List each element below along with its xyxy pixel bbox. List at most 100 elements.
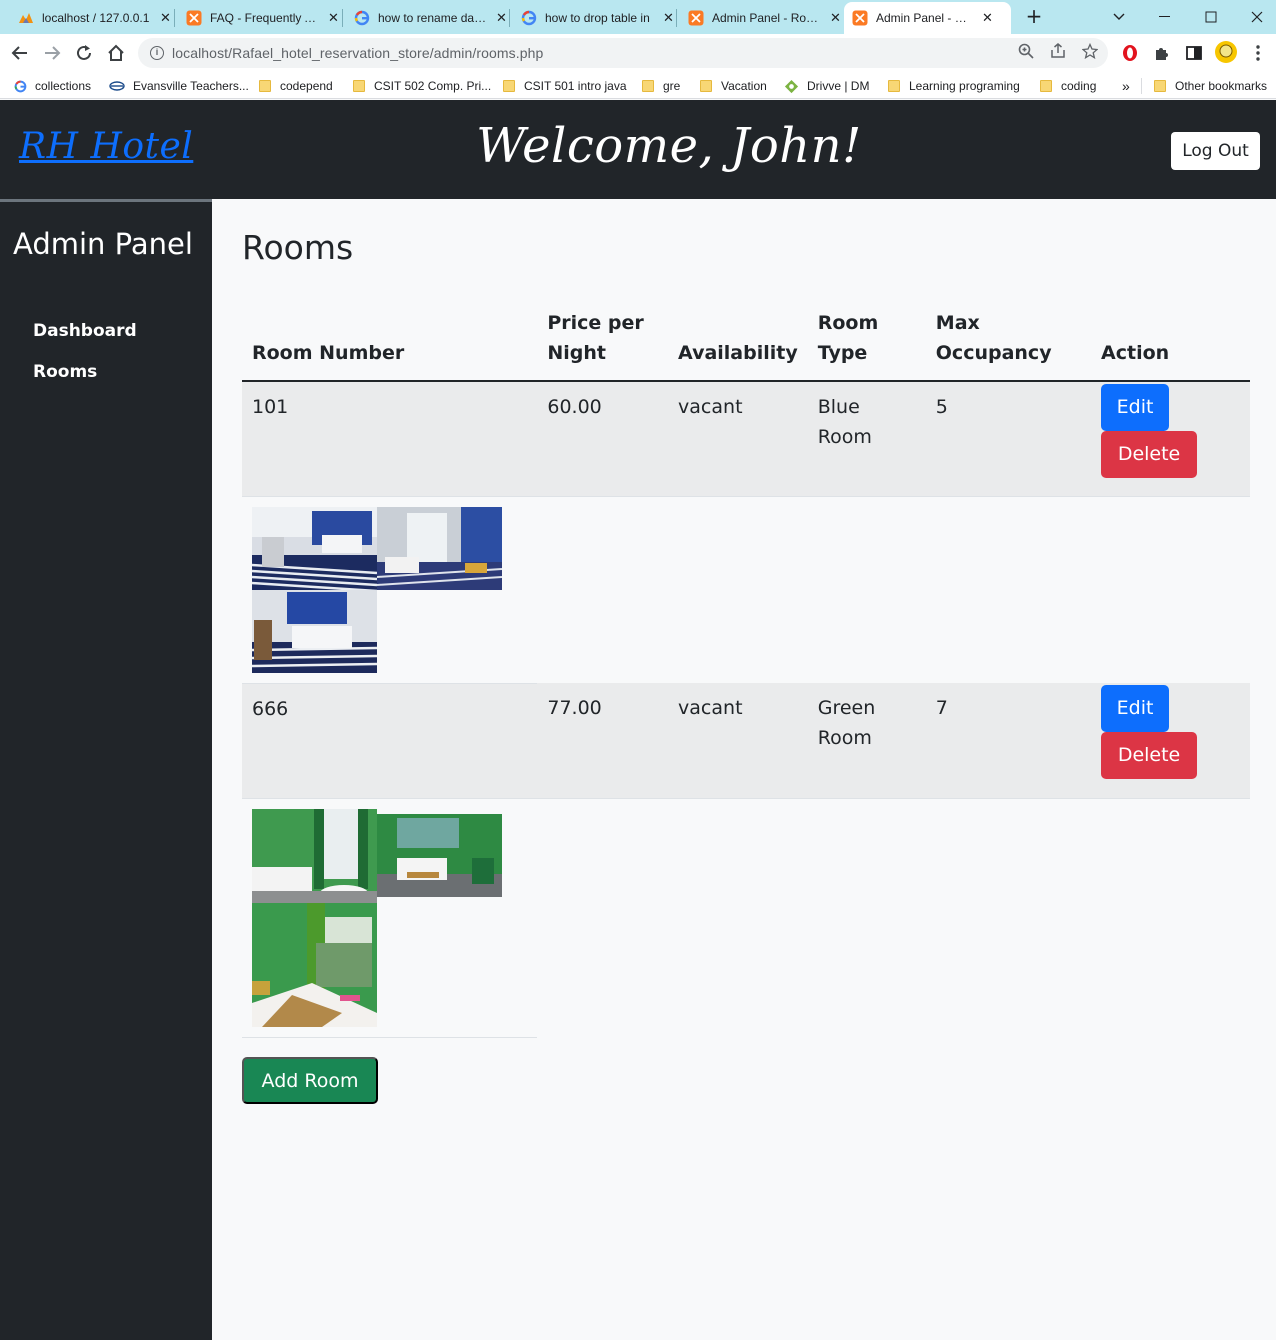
bookmark-label: CSIT 502 Comp. Pri... — [374, 79, 492, 93]
browser-tab[interactable]: FAQ - Frequently Asked ✕ — [178, 2, 347, 34]
bookmark-item[interactable]: collections — [14, 76, 91, 96]
info-icon[interactable]: i — [150, 46, 164, 60]
bookmark-item[interactable]: Evansville Teachers... — [109, 76, 249, 96]
close-icon[interactable]: ✕ — [982, 10, 993, 26]
empty-cell — [537, 798, 1250, 1037]
table-header-row: Room Number Price per Night Availability… — [242, 308, 1250, 382]
room-type: Blue Room — [807, 381, 926, 497]
table-row-images — [242, 496, 1250, 684]
minimize-icon[interactable] — [1142, 0, 1188, 34]
empty-cell — [537, 496, 1250, 683]
bookmark-item[interactable]: CSIT 502 Comp. Pri... — [353, 76, 491, 96]
column-header-price[interactable]: Price per Night — [537, 308, 669, 382]
table-row: 666 77.00 vacant Green Room 7 Edit Delet… — [242, 683, 1250, 799]
bookmark-label: CSIT 501 intro java — [524, 79, 627, 93]
forward-arrow-icon[interactable] — [38, 39, 66, 67]
tab-title: localhost / 127.0.0.1 — [42, 11, 150, 25]
xampp-icon — [186, 10, 202, 26]
bookmark-item[interactable]: Drivve | DM — [784, 76, 869, 96]
browser-tab[interactable]: localhost / 127.0.0.1 ✕ — [10, 2, 179, 34]
bookmark-item[interactable]: gre — [642, 76, 680, 96]
page-title: Rooms — [242, 228, 354, 267]
room-photo — [377, 813, 502, 897]
xampp-icon — [688, 10, 704, 26]
room-photo — [377, 506, 502, 590]
column-header-room-type[interactable]: Room Type — [807, 308, 926, 382]
room-actions: Edit Delete — [1091, 683, 1250, 799]
rooms-table: Room Number Price per Night Availability… — [242, 308, 1250, 1038]
table-row-images — [242, 798, 1250, 1038]
sidebar-item-rooms[interactable]: Rooms — [33, 362, 97, 382]
tab-title: Admin Panel - Rooms — [876, 11, 974, 25]
bookmark-item[interactable]: coding — [1040, 76, 1096, 96]
folder-icon — [700, 80, 712, 92]
bookmark-label: Drivve | DM — [807, 79, 870, 93]
folder-icon — [353, 80, 365, 92]
sidebar-item-dashboard[interactable]: Dashboard — [33, 321, 137, 341]
home-icon[interactable] — [102, 39, 130, 67]
bookmark-item[interactable]: Vacation — [700, 76, 767, 96]
zoom-icon[interactable] — [1016, 41, 1036, 61]
bookmark-item[interactable]: codepend — [259, 76, 333, 96]
room-occupancy: 5 — [925, 381, 1092, 497]
bookmark-divider — [1141, 78, 1142, 94]
folder-icon — [1040, 80, 1052, 92]
phpmyadmin-icon — [18, 10, 34, 26]
kebab-menu-icon[interactable] — [1248, 43, 1268, 63]
room-gallery-cell — [242, 496, 538, 684]
delete-button[interactable]: Delete — [1101, 431, 1198, 478]
browser-tab-active[interactable]: Admin Panel - Rooms ✕ — [844, 2, 1011, 34]
close-icon[interactable]: ✕ — [496, 10, 507, 26]
bookmark-item[interactable]: Learning programing — [888, 76, 1020, 96]
browser-tab[interactable]: how to drop table in ✕ — [513, 2, 682, 34]
room-number: 101 — [242, 381, 538, 497]
bookmarks-overflow-button[interactable]: » — [1122, 76, 1130, 96]
admin-sidebar: Admin Panel Dashboard Rooms — [0, 199, 212, 1340]
bookmark-label: codepend — [280, 79, 333, 93]
folder-icon — [259, 80, 271, 92]
folder-icon — [1154, 80, 1166, 92]
logout-button[interactable]: Log Out — [1171, 132, 1260, 170]
room-number: 666 — [242, 683, 538, 799]
google-icon — [354, 10, 370, 26]
close-icon[interactable]: ✕ — [830, 10, 841, 26]
xampp-icon — [852, 10, 868, 26]
share-icon[interactable] — [1048, 41, 1068, 61]
bookmark-label: collections — [35, 79, 92, 93]
profile-avatar[interactable] — [1214, 40, 1238, 64]
bookmarks-bar: collections Evansville Teachers... codep… — [0, 72, 1276, 99]
bookmark-star-icon[interactable] — [1080, 41, 1100, 61]
opera-extension-icon[interactable] — [1120, 43, 1140, 63]
window-close-icon[interactable] — [1234, 0, 1276, 34]
browser-tab[interactable]: how to rename database ✕ — [346, 2, 515, 34]
room-type: Green Room — [807, 683, 926, 799]
column-header-max-occupancy[interactable]: Max Occupancy — [925, 308, 1092, 382]
column-header-room-number[interactable]: Room Number — [242, 308, 538, 382]
bookmark-item[interactable]: CSIT 501 intro java — [503, 76, 627, 96]
add-room-button[interactable]: Add Room — [242, 1057, 378, 1104]
column-header-availability[interactable]: Availability — [668, 308, 808, 382]
room-actions: Edit Delete — [1091, 381, 1250, 497]
side-panel-icon[interactable] — [1184, 43, 1204, 63]
close-icon[interactable]: ✕ — [160, 10, 171, 26]
back-arrow-icon[interactable] — [6, 39, 34, 67]
folder-icon — [888, 80, 900, 92]
room-price: 77.00 — [537, 683, 669, 799]
address-bar[interactable]: i localhost/Rafael_hotel_reservation_sto… — [138, 38, 1108, 68]
edit-button[interactable]: Edit — [1101, 384, 1170, 431]
close-icon[interactable]: ✕ — [663, 10, 674, 26]
reload-icon[interactable] — [70, 39, 98, 67]
close-icon[interactable]: ✕ — [328, 10, 339, 26]
folder-icon — [503, 80, 515, 92]
delete-button[interactable]: Delete — [1101, 732, 1198, 779]
room-gallery-cell — [242, 798, 538, 1038]
maximize-icon[interactable] — [1188, 0, 1234, 34]
new-tab-button[interactable]: + — [1022, 5, 1046, 29]
extensions-puzzle-icon[interactable] — [1152, 43, 1172, 63]
tab-search-chevron-icon[interactable] — [1096, 0, 1142, 34]
edit-button[interactable]: Edit — [1101, 685, 1170, 732]
room-availability: vacant — [668, 381, 808, 497]
google-icon — [521, 10, 537, 26]
other-bookmarks[interactable]: Other bookmarks — [1154, 76, 1267, 96]
browser-tab[interactable]: Admin Panel - Rooms ✕ — [680, 2, 849, 34]
